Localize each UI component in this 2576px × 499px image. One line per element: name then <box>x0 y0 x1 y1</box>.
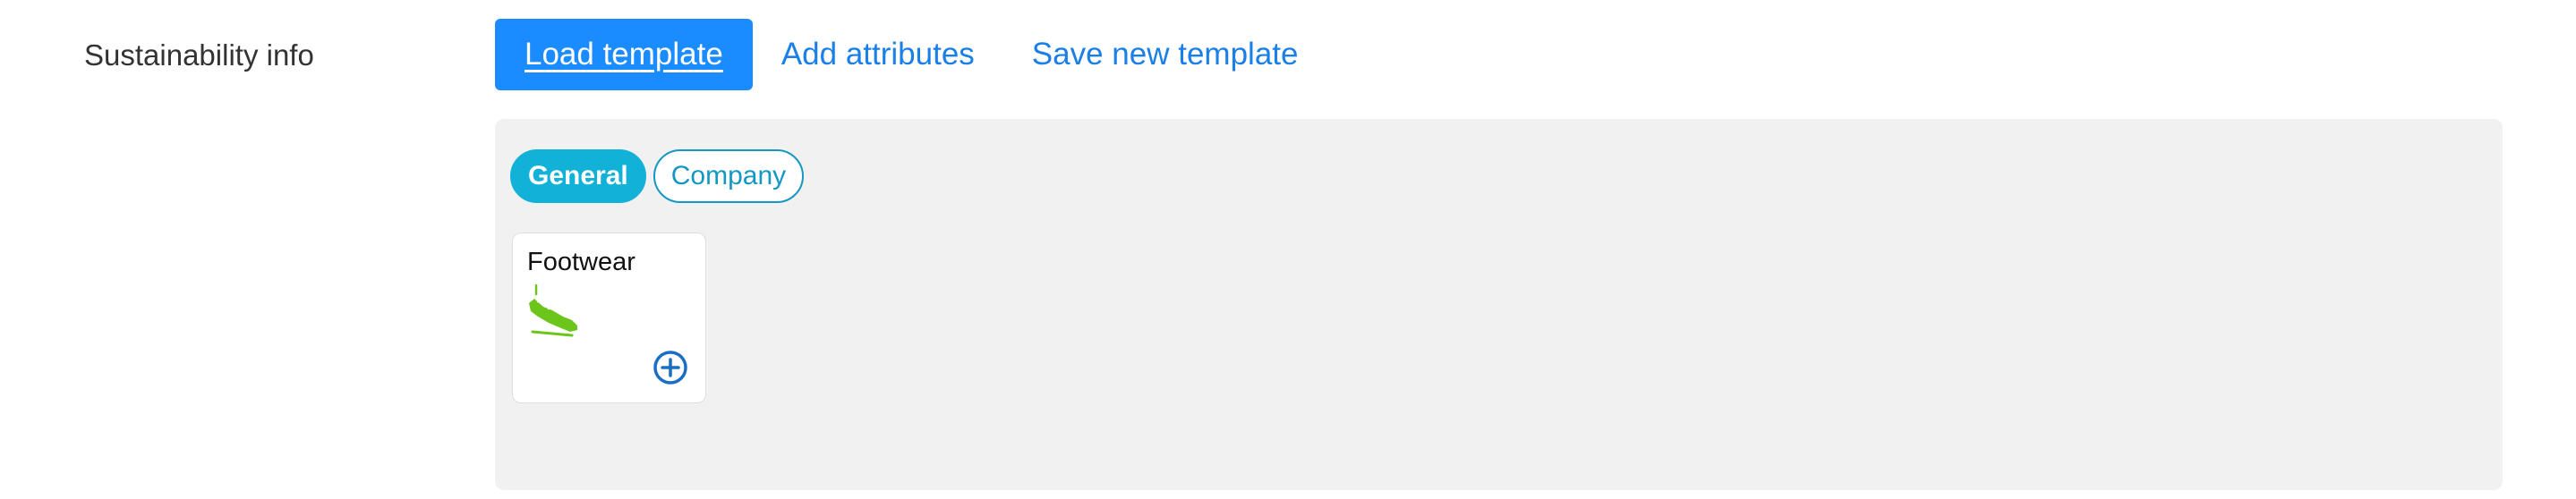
tab-general[interactable]: General <box>510 149 646 203</box>
load-template-button[interactable]: Load template <box>495 19 753 90</box>
template-panel: General Company Footwear <box>495 119 2503 490</box>
save-new-template-link[interactable]: Save new template <box>1032 37 1299 72</box>
section-label: Sustainability info <box>84 38 314 72</box>
tab-company[interactable]: Company <box>653 149 805 203</box>
shoe-icon <box>525 283 583 337</box>
card-title: Footwear <box>527 248 635 276</box>
add-attributes-link[interactable]: Add attributes <box>781 37 975 72</box>
template-card-footwear[interactable]: Footwear <box>512 233 706 403</box>
template-toolbar: Load template Add attributes Save new te… <box>495 19 1298 90</box>
category-tabs: General Company <box>510 149 805 203</box>
add-circle-icon[interactable] <box>653 350 688 385</box>
